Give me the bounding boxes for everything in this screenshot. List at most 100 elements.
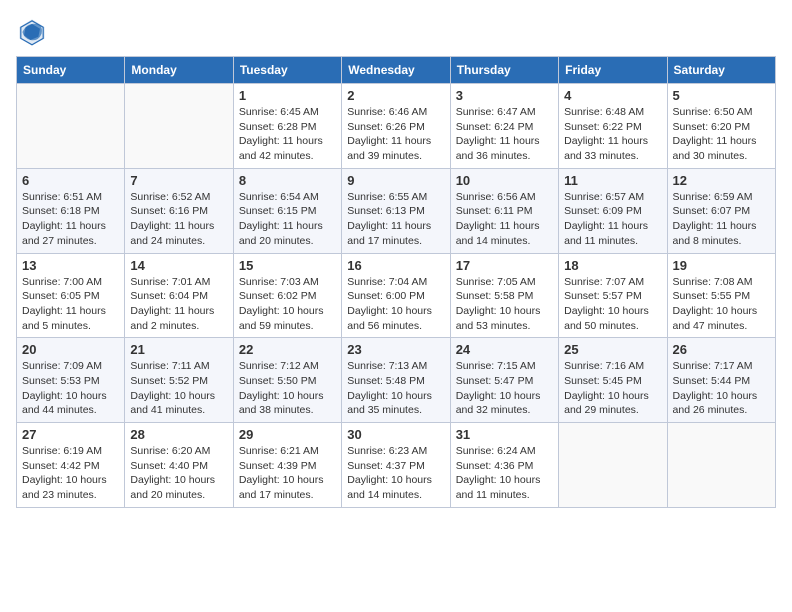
col-header-tuesday: Tuesday [233, 57, 341, 84]
day-number: 13 [22, 258, 119, 273]
day-info: Sunrise: 7:04 AMSunset: 6:00 PMDaylight:… [347, 275, 444, 334]
calendar-week-row: 13 Sunrise: 7:00 AMSunset: 6:05 PMDayligh… [17, 253, 776, 338]
calendar-cell: 4Sunrise: 6:48 AMSunset: 6:22 PMDaylight… [559, 84, 667, 169]
calendar-cell: 9 Sunrise: 6:55 AMSunset: 6:13 PMDaylight… [342, 168, 450, 253]
calendar-cell: 28Sunrise: 6:20 AMSunset: 4:40 PMDayligh… [125, 423, 233, 508]
col-header-monday: Monday [125, 57, 233, 84]
day-info: Sunrise: 6:24 AMSunset: 4:36 PMDaylight:… [456, 444, 553, 503]
calendar-cell: 16 Sunrise: 7:04 AMSunset: 6:00 PMDayligh… [342, 253, 450, 338]
calendar-cell: 5 Sunrise: 6:50 AMSunset: 6:20 PMDaylight… [667, 84, 775, 169]
day-number: 18 [564, 258, 661, 273]
calendar-cell: 21 Sunrise: 7:11 AMSunset: 5:52 PMDayligh… [125, 338, 233, 423]
day-number: 7 [130, 173, 227, 188]
day-number: 10 [456, 173, 553, 188]
col-header-thursday: Thursday [450, 57, 558, 84]
day-number: 8 [239, 173, 336, 188]
day-number: 25 [564, 342, 661, 357]
day-info: Sunrise: 7:08 AMSunset: 5:55 PMDaylight:… [673, 275, 770, 334]
calendar-cell: 14 Sunrise: 7:01 AMSunset: 6:04 PMDayligh… [125, 253, 233, 338]
page-header [16, 16, 776, 48]
day-number: 11 [564, 173, 661, 188]
day-info: Sunrise: 6:21 AMSunset: 4:39 PMDaylight:… [239, 444, 336, 503]
day-info: Sunrise: 7:16 AMSunset: 5:45 PMDaylight:… [564, 359, 661, 418]
day-info: Sunrise: 6:50 AMSunset: 6:20 PMDaylight:… [673, 105, 770, 164]
calendar-header-row: SundayMondayTuesdayWednesdayThursdayFrid… [17, 57, 776, 84]
calendar-cell: 2 Sunrise: 6:46 AMSunset: 6:26 PMDaylight… [342, 84, 450, 169]
calendar-cell: 26 Sunrise: 7:17 AMSunset: 5:44 PMDayligh… [667, 338, 775, 423]
day-info: Sunrise: 6:55 AMSunset: 6:13 PMDaylight:… [347, 190, 444, 249]
day-number: 22 [239, 342, 336, 357]
day-info: Sunrise: 7:13 AMSunset: 5:48 PMDaylight:… [347, 359, 444, 418]
day-number: 23 [347, 342, 444, 357]
day-info: Sunrise: 7:03 AMSunset: 6:02 PMDaylight:… [239, 275, 336, 334]
calendar-week-row: 1Sunrise: 6:45 AMSunset: 6:28 PMDaylight… [17, 84, 776, 169]
calendar-cell: 18 Sunrise: 7:07 AMSunset: 5:57 PMDayligh… [559, 253, 667, 338]
day-number: 5 [673, 88, 770, 103]
day-info: Sunrise: 7:09 AMSunset: 5:53 PMDaylight:… [22, 359, 119, 418]
day-number: 20 [22, 342, 119, 357]
calendar-cell: 17 Sunrise: 7:05 AMSunset: 5:58 PMDayligh… [450, 253, 558, 338]
day-number: 3 [456, 88, 553, 103]
calendar-cell: 31Sunrise: 6:24 AMSunset: 4:36 PMDayligh… [450, 423, 558, 508]
day-info: Sunrise: 6:47 AMSunset: 6:24 PMDaylight:… [456, 105, 553, 164]
day-info: Sunrise: 7:15 AMSunset: 5:47 PMDaylight:… [456, 359, 553, 418]
calendar-cell: 29 Sunrise: 6:21 AMSunset: 4:39 PMDayligh… [233, 423, 341, 508]
col-header-friday: Friday [559, 57, 667, 84]
day-info: Sunrise: 7:17 AMSunset: 5:44 PMDaylight:… [673, 359, 770, 418]
calendar-cell: 23 Sunrise: 7:13 AMSunset: 5:48 PMDayligh… [342, 338, 450, 423]
day-number: 21 [130, 342, 227, 357]
day-info: Sunrise: 7:00 AMSunset: 6:05 PMDaylight:… [22, 275, 119, 334]
day-number: 15 [239, 258, 336, 273]
day-number: 26 [673, 342, 770, 357]
calendar-cell: 1Sunrise: 6:45 AMSunset: 6:28 PMDaylight… [233, 84, 341, 169]
day-info: Sunrise: 6:56 AMSunset: 6:11 PMDaylight:… [456, 190, 553, 249]
day-number: 2 [347, 88, 444, 103]
logo [16, 16, 52, 48]
logo-icon [16, 16, 48, 48]
calendar-cell [125, 84, 233, 169]
calendar-table: SundayMondayTuesdayWednesdayThursdayFrid… [16, 56, 776, 508]
day-number: 16 [347, 258, 444, 273]
day-number: 19 [673, 258, 770, 273]
calendar-cell [17, 84, 125, 169]
calendar-cell: 22 Sunrise: 7:12 AMSunset: 5:50 PMDayligh… [233, 338, 341, 423]
day-number: 9 [347, 173, 444, 188]
calendar-cell: 8 Sunrise: 6:54 AMSunset: 6:15 PMDaylight… [233, 168, 341, 253]
calendar-cell: 11 Sunrise: 6:57 AMSunset: 6:09 PMDayligh… [559, 168, 667, 253]
day-number: 14 [130, 258, 227, 273]
day-info: Sunrise: 6:46 AMSunset: 6:26 PMDaylight:… [347, 105, 444, 164]
calendar-week-row: 20 Sunrise: 7:09 AMSunset: 5:53 PMDayligh… [17, 338, 776, 423]
calendar-week-row: 27Sunrise: 6:19 AMSunset: 4:42 PMDayligh… [17, 423, 776, 508]
day-info: Sunrise: 7:07 AMSunset: 5:57 PMDaylight:… [564, 275, 661, 334]
day-number: 6 [22, 173, 119, 188]
day-number: 28 [130, 427, 227, 442]
day-number: 1 [239, 88, 336, 103]
calendar-cell [559, 423, 667, 508]
col-header-saturday: Saturday [667, 57, 775, 84]
calendar-cell: 12Sunrise: 6:59 AMSunset: 6:07 PMDayligh… [667, 168, 775, 253]
calendar-cell: 25 Sunrise: 7:16 AMSunset: 5:45 PMDayligh… [559, 338, 667, 423]
day-info: Sunrise: 7:05 AMSunset: 5:58 PMDaylight:… [456, 275, 553, 334]
day-info: Sunrise: 6:54 AMSunset: 6:15 PMDaylight:… [239, 190, 336, 249]
day-number: 29 [239, 427, 336, 442]
day-number: 30 [347, 427, 444, 442]
day-number: 17 [456, 258, 553, 273]
calendar-cell: 24 Sunrise: 7:15 AMSunset: 5:47 PMDayligh… [450, 338, 558, 423]
calendar-cell: 27Sunrise: 6:19 AMSunset: 4:42 PMDayligh… [17, 423, 125, 508]
calendar-cell: 20 Sunrise: 7:09 AMSunset: 5:53 PMDayligh… [17, 338, 125, 423]
col-header-sunday: Sunday [17, 57, 125, 84]
day-info: Sunrise: 7:12 AMSunset: 5:50 PMDaylight:… [239, 359, 336, 418]
calendar-cell: 10 Sunrise: 6:56 AMSunset: 6:11 PMDayligh… [450, 168, 558, 253]
calendar-cell: 30Sunrise: 6:23 AMSunset: 4:37 PMDayligh… [342, 423, 450, 508]
day-info: Sunrise: 7:11 AMSunset: 5:52 PMDaylight:… [130, 359, 227, 418]
calendar-cell: 19 Sunrise: 7:08 AMSunset: 5:55 PMDayligh… [667, 253, 775, 338]
day-info: Sunrise: 6:51 AMSunset: 6:18 PMDaylight:… [22, 190, 119, 249]
day-number: 24 [456, 342, 553, 357]
day-info: Sunrise: 6:57 AMSunset: 6:09 PMDaylight:… [564, 190, 661, 249]
calendar-cell: 6 Sunrise: 6:51 AMSunset: 6:18 PMDaylight… [17, 168, 125, 253]
day-info: Sunrise: 6:48 AMSunset: 6:22 PMDaylight:… [564, 105, 661, 164]
calendar-cell [667, 423, 775, 508]
calendar-cell: 15 Sunrise: 7:03 AMSunset: 6:02 PMDayligh… [233, 253, 341, 338]
day-number: 12 [673, 173, 770, 188]
day-info: Sunrise: 7:01 AMSunset: 6:04 PMDaylight:… [130, 275, 227, 334]
